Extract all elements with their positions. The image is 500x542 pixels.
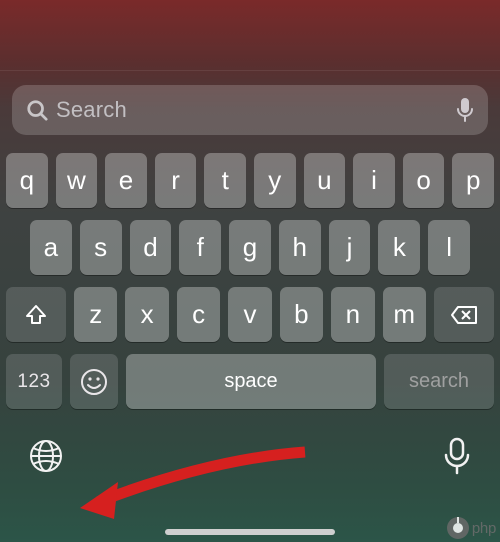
key-w[interactable]: w [56,153,98,208]
numbers-key[interactable]: 123 [6,354,62,409]
watermark-text: php [472,520,496,537]
key-j[interactable]: j [329,220,371,275]
home-indicator[interactable] [165,529,335,535]
key-row-top: q w e r t y u i o p [6,153,494,208]
php-logo-icon [446,516,470,540]
key-s[interactable]: s [80,220,122,275]
shift-key[interactable] [6,287,66,342]
keyboard: q w e r t y u i o p a s d f g h j k l z … [0,145,500,409]
dictation-icon[interactable] [442,437,472,475]
key-o[interactable]: o [403,153,445,208]
search-key[interactable]: search [384,354,494,409]
bottom-bar [0,437,500,475]
key-i[interactable]: i [353,153,395,208]
key-z[interactable]: z [74,287,117,342]
key-b[interactable]: b [280,287,323,342]
key-t[interactable]: t [204,153,246,208]
key-n[interactable]: n [331,287,374,342]
search-icon [26,99,48,121]
search-placeholder: Search [56,97,456,123]
emoji-key[interactable] [70,354,118,409]
search-bar[interactable]: Search [12,85,488,135]
space-key[interactable]: space [126,354,376,409]
key-c[interactable]: c [177,287,220,342]
key-u[interactable]: u [304,153,346,208]
delete-key[interactable] [434,287,494,342]
key-r[interactable]: r [155,153,197,208]
key-g[interactable]: g [229,220,271,275]
key-a[interactable]: a [30,220,72,275]
key-p[interactable]: p [452,153,494,208]
key-x[interactable]: x [125,287,168,342]
key-q[interactable]: q [6,153,48,208]
watermark: php [446,516,496,540]
key-row-middle: a s d f g h j k l [6,220,494,275]
key-row-bottom: z x c v b n m [6,287,494,342]
key-row-fn: 123 space search [6,354,494,409]
key-d[interactable]: d [130,220,172,275]
mic-icon[interactable] [456,97,474,123]
key-e[interactable]: e [105,153,147,208]
key-k[interactable]: k [378,220,420,275]
key-l[interactable]: l [428,220,470,275]
globe-icon[interactable] [28,438,64,474]
key-f[interactable]: f [179,220,221,275]
key-h[interactable]: h [279,220,321,275]
key-m[interactable]: m [383,287,426,342]
key-y[interactable]: y [254,153,296,208]
key-v[interactable]: v [228,287,271,342]
